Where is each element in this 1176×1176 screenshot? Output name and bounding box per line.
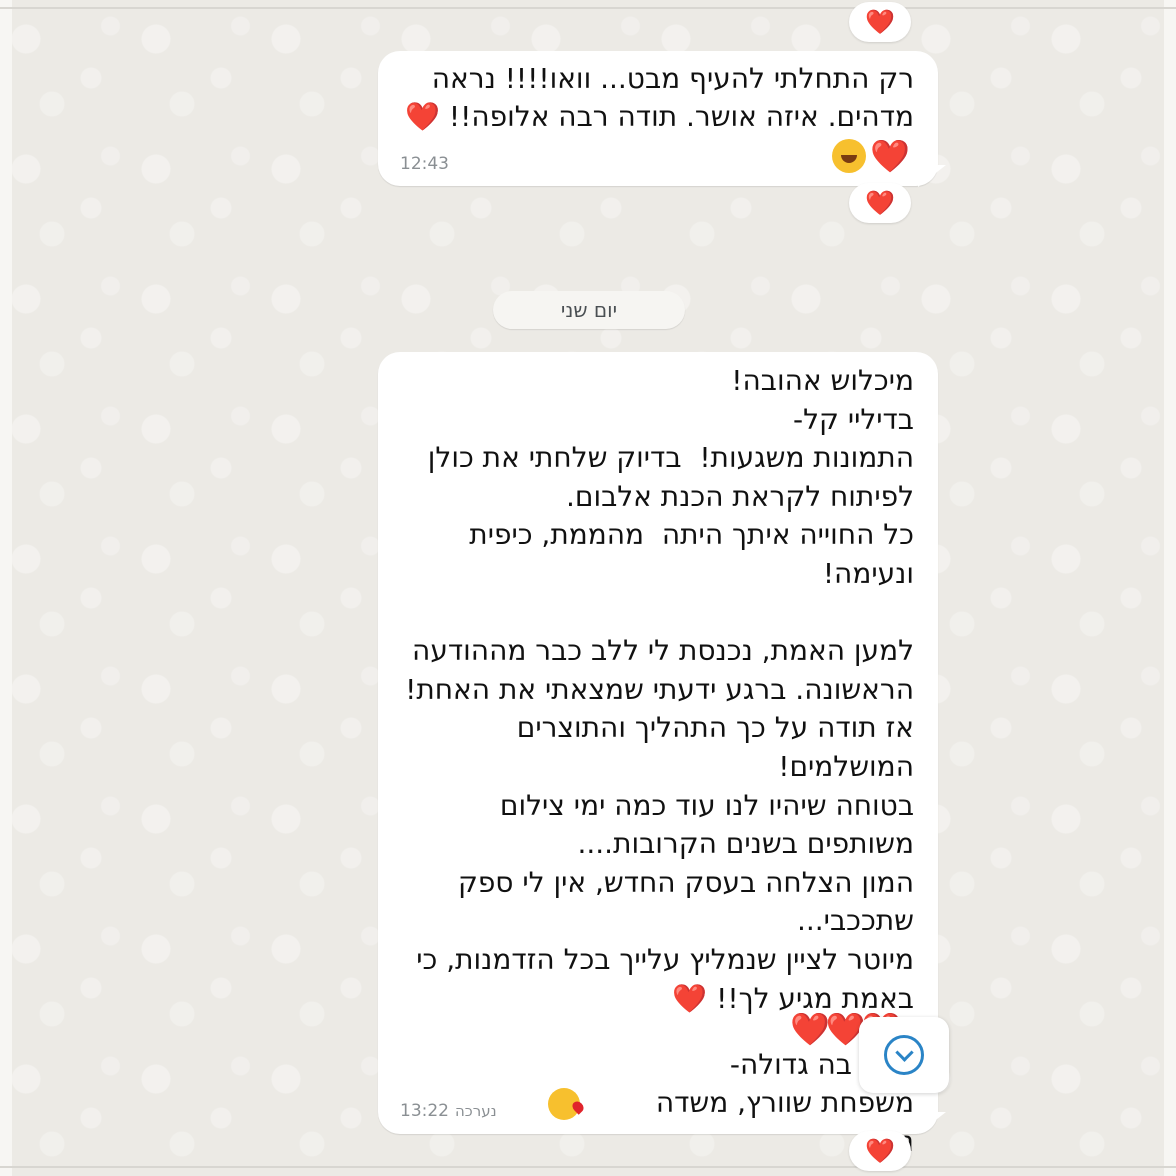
- message-2-line: מיכלוש אהובה!: [731, 364, 914, 397]
- message-2-line: לפיתוח לקראת הכנת אלבום.: [565, 479, 914, 513]
- message-2-line: [400, 594, 914, 633]
- message-1-line-1: רק התחלתי להעיף מבט... וואו!!!! נראה: [431, 62, 914, 95]
- message-2-meta: 13:22 נערכה: [400, 1101, 497, 1121]
- bottom-border: [0, 1166, 1176, 1168]
- message-2-line: משותפים בשנים הקרובות....: [577, 827, 914, 861]
- right-edge: [1164, 0, 1176, 1176]
- top-border: [0, 7, 1176, 9]
- reaction-message-1[interactable]: ❤️: [849, 183, 911, 223]
- scroll-to-bottom-button[interactable]: [859, 1017, 949, 1093]
- message-2-line: כל החוייה איתך היתה מהממת, כיפית: [469, 518, 914, 552]
- message-1-emoji-line: ❤️: [832, 137, 910, 175]
- heart-icon: ❤️: [870, 137, 910, 175]
- date-separator: יום שני: [493, 291, 685, 329]
- message-2-line: שתככבי...: [796, 904, 914, 938]
- message-2-line: אז תודה על כך התהליך והתוצרים: [516, 711, 914, 745]
- message-2-signoff-1: בה גדולה-: [729, 1048, 852, 1081]
- reaction-message-2[interactable]: ❤️: [849, 1131, 911, 1171]
- heart-icon: ❤️: [865, 8, 895, 36]
- message-1-time: 12:43: [400, 154, 449, 174]
- left-edge: [0, 0, 12, 1176]
- bubble-tail-1: [918, 165, 946, 187]
- message-2-body: מיכלוש אהובה! בדיליי קל- התמונות משגעות!…: [400, 362, 914, 1018]
- reaction-top[interactable]: ❤️: [849, 2, 911, 42]
- chevron-down-circle-icon: [884, 1035, 924, 1075]
- date-separator-label: יום שני: [560, 298, 618, 322]
- message-2-line: ונעימה!: [822, 556, 914, 590]
- message-2-line: למען האמת, נכנסת לי ללב כבר מההודעה: [412, 634, 914, 668]
- face-with-tears-of-joy-icon: [832, 139, 866, 173]
- heart-icon: ❤️: [865, 1137, 895, 1165]
- message-1-line-2: מדהים. איזה אושר. תודה רבה אלופה!! ❤️: [405, 100, 914, 133]
- message-2-line: המון הצלחה בעסק החדש, אין לי ספק: [457, 865, 914, 899]
- edited-label: נערכה: [455, 1102, 497, 1120]
- message-2-line: המושלמים!: [778, 749, 914, 783]
- message-2-line: הראשונה. ברגע ידעתי שמצאתי את האחת!: [405, 672, 914, 706]
- heart-icon: ❤️: [865, 189, 895, 217]
- message-2-line: מיוטר לציין שנמליץ עלייך בכל הזדמנות, כי: [416, 942, 914, 976]
- message-2-line: התמונות משגעות! בדיוק שלחתי את כולן: [427, 441, 914, 475]
- message-2-line: בדיליי קל-: [793, 402, 914, 436]
- bubble-tail-2: [918, 1112, 946, 1134]
- message-2-time: 13:22: [400, 1101, 449, 1121]
- face-blowing-kiss-icon: [548, 1088, 580, 1120]
- message-2-line: בטוחה שיהיו לנו עוד כמה ימי צילום: [499, 788, 914, 822]
